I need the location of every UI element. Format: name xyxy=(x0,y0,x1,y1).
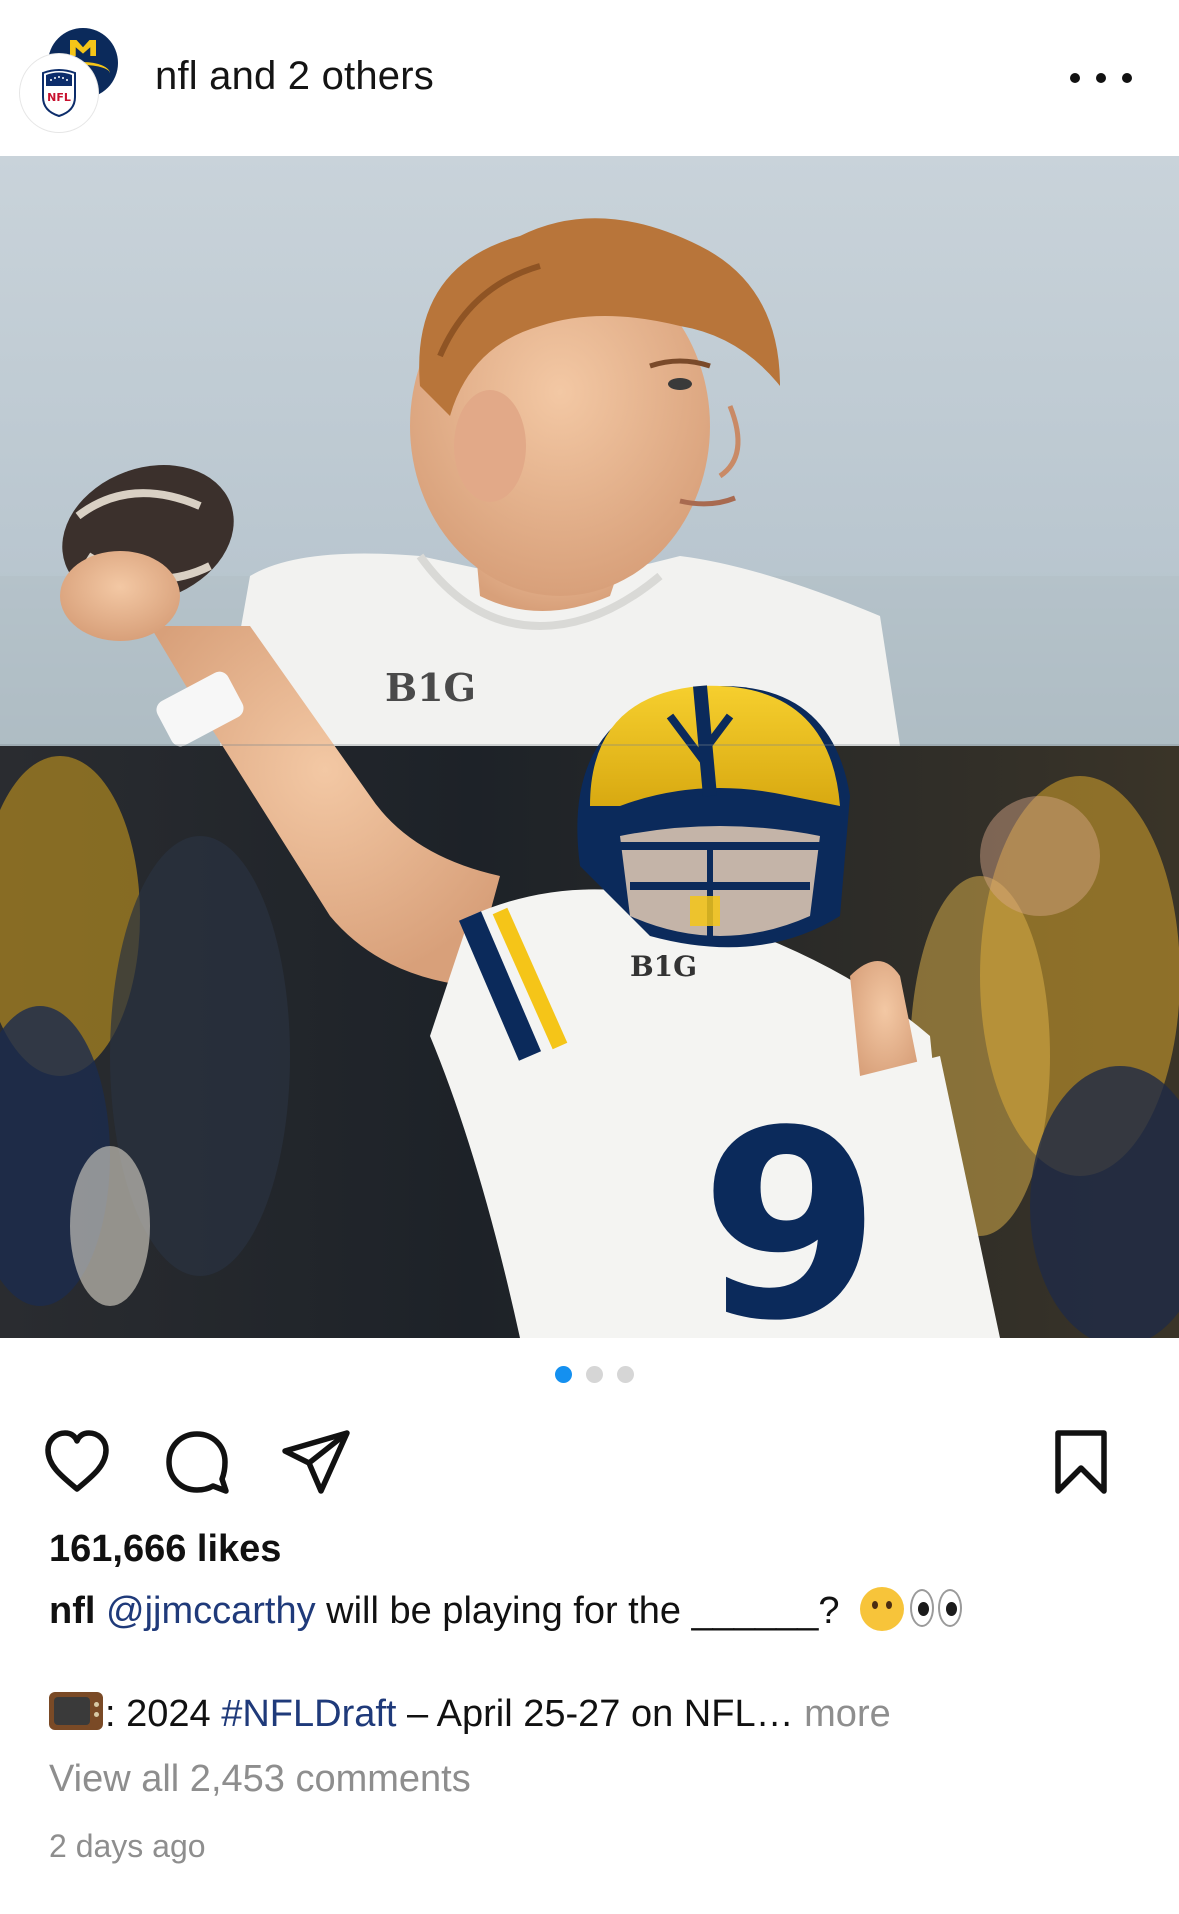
caption-text: will be playing for the ______? xyxy=(315,1590,851,1632)
carousel-dot xyxy=(586,1366,603,1383)
svg-text:B1G: B1G xyxy=(630,950,697,983)
caption-line2-suffix: – April 25-27 on NFL… xyxy=(396,1693,794,1735)
caption-username[interactable]: nfl xyxy=(49,1590,95,1632)
eyes-icon xyxy=(908,1589,966,1629)
post-photo[interactable]: B1G 9 B1G xyxy=(0,156,1179,1338)
post-timestamp: 2 days ago xyxy=(49,1828,206,1864)
dot xyxy=(1122,73,1132,83)
caption-line-2: : 2024 #NFLDraft – April 25-27 on NFL… m… xyxy=(49,1690,891,1736)
collab-avatars[interactable]: NFL xyxy=(20,28,120,132)
caption-more-link[interactable]: more xyxy=(794,1693,891,1735)
caption-mention[interactable]: @jjmccarthy xyxy=(106,1590,316,1632)
caption-hashtag[interactable]: #NFLDraft xyxy=(221,1693,396,1735)
post-photo-illustration: B1G 9 B1G xyxy=(0,156,1179,1338)
comment-icon[interactable] xyxy=(160,1425,234,1499)
likes-count[interactable]: 161,666 likes xyxy=(49,1528,281,1571)
television-icon xyxy=(49,1690,103,1734)
share-icon[interactable] xyxy=(279,1425,353,1499)
svg-text:9: 9 xyxy=(700,1076,881,1338)
carousel-dot-active xyxy=(555,1366,572,1383)
thinking-face-icon xyxy=(860,1587,905,1631)
michigan-logo-icon xyxy=(70,40,96,56)
dot xyxy=(1096,73,1106,83)
caption-line2-prefix: : 2024 xyxy=(105,1693,222,1735)
svg-text:B1G: B1G xyxy=(385,665,476,710)
more-horizontal-icon[interactable] xyxy=(1070,60,1132,96)
dot xyxy=(1070,73,1080,83)
heart-icon[interactable] xyxy=(40,1425,114,1499)
view-all-comments-link[interactable]: View all 2,453 comments xyxy=(49,1758,471,1801)
nfl-avatar[interactable]: NFL xyxy=(20,54,98,132)
caption: nfl @jjmccarthy will be playing for the … xyxy=(49,1587,966,1633)
action-bar xyxy=(0,1425,1179,1505)
bookmark-icon[interactable] xyxy=(1044,1425,1118,1499)
carousel-indicator xyxy=(0,1366,1179,1390)
svg-text:NFL: NFL xyxy=(47,91,71,104)
post-header: NFL nfl and 2 others xyxy=(0,0,1179,156)
carousel-dot xyxy=(617,1366,634,1383)
nfl-shield-icon: NFL xyxy=(42,69,76,117)
post-author-title[interactable]: nfl and 2 others xyxy=(155,54,434,99)
